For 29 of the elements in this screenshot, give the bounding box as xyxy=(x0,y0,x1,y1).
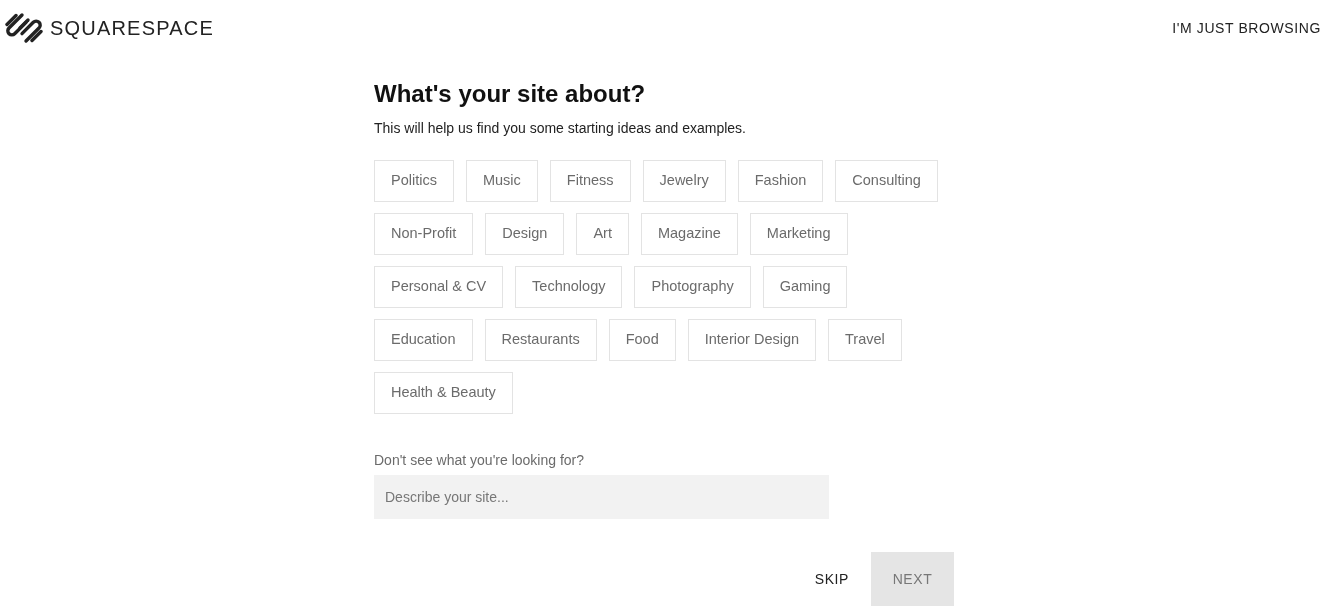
skip-button[interactable]: SKIP xyxy=(792,552,871,606)
topic-option[interactable]: Art xyxy=(576,213,629,255)
describe-field[interactable]: Describe your site... xyxy=(374,475,829,519)
topic-option[interactable]: Marketing xyxy=(749,213,848,255)
topic-option[interactable]: Fashion xyxy=(737,160,824,202)
topic-option[interactable]: Personal & CV xyxy=(374,266,504,308)
topic-option[interactable]: Design xyxy=(485,213,565,255)
topic-option[interactable]: Music xyxy=(465,160,538,202)
topic-option[interactable]: Restaurants xyxy=(484,319,597,361)
topic-option[interactable]: Education xyxy=(374,319,473,361)
topic-option[interactable]: Food xyxy=(608,319,676,361)
browse-link[interactable]: I'M JUST BROWSING xyxy=(1172,19,1321,37)
logo-icon xyxy=(5,12,43,44)
page-subtitle: This will help us find you some starting ideas and examples. xyxy=(374,119,747,138)
topic-option[interactable]: Technology xyxy=(515,266,623,308)
page-title: What's your site about? xyxy=(374,79,647,109)
describe-label: Don't see what you're looking for? xyxy=(374,451,586,470)
topic-option[interactable]: Jewelry xyxy=(642,160,726,202)
topic-option[interactable]: Travel xyxy=(828,319,902,361)
topic-option[interactable]: Magazine xyxy=(640,213,738,255)
topic-option[interactable]: Gaming xyxy=(762,266,848,308)
topic-option[interactable]: Consulting xyxy=(835,160,938,202)
topic-option[interactable]: Fitness xyxy=(549,160,631,202)
brand-name: SQUARESPACE xyxy=(50,16,214,41)
topic-option[interactable]: Photography xyxy=(634,266,751,308)
topic-option[interactable]: Non-Profit xyxy=(374,213,474,255)
topic-option[interactable]: Health & Beauty xyxy=(374,372,513,414)
topic-option[interactable]: Politics xyxy=(374,160,454,202)
topic-option[interactable]: Interior Design xyxy=(687,319,817,361)
